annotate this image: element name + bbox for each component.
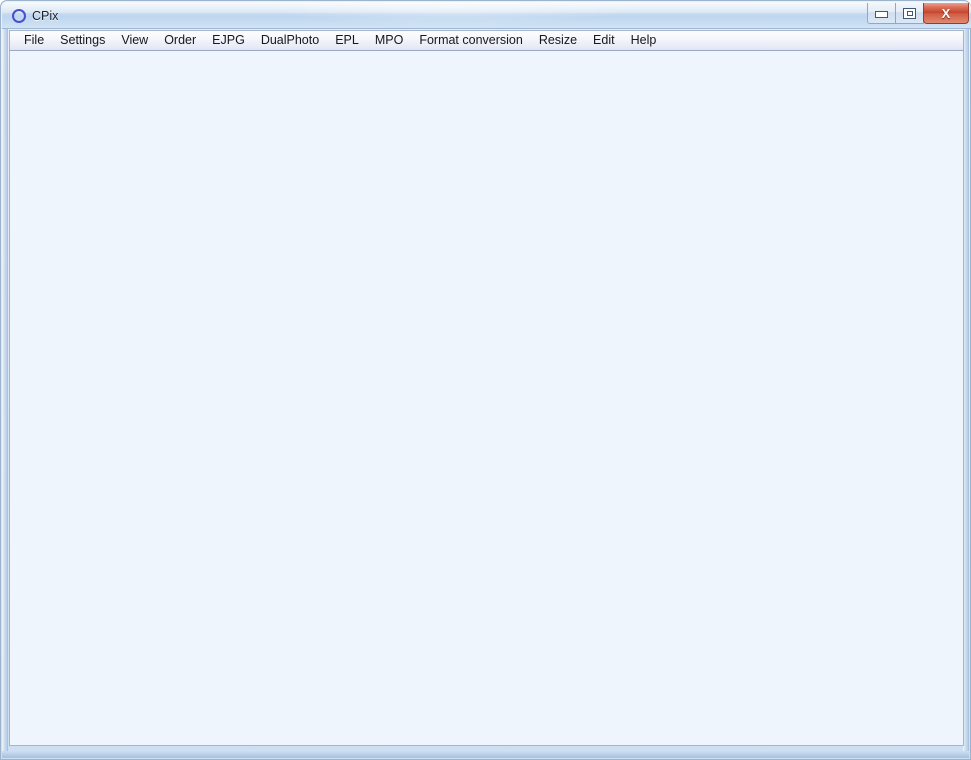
maximize-button[interactable] [895, 3, 924, 24]
menu-item-epl[interactable]: EPL [327, 31, 367, 50]
menu-item-ejpg[interactable]: EJPG [204, 31, 253, 50]
menu-item-help[interactable]: Help [623, 31, 665, 50]
titlebar-gloss [2, 2, 971, 16]
menu-item-dualphoto[interactable]: DualPhoto [253, 31, 327, 50]
menu-item-resize[interactable]: Resize [531, 31, 585, 50]
circle-icon [12, 9, 26, 23]
maximize-icon [903, 7, 916, 19]
close-button[interactable]: X [923, 3, 969, 24]
menu-item-view[interactable]: View [113, 31, 156, 50]
window-controls: X [867, 3, 969, 24]
menu-item-file[interactable]: File [16, 31, 52, 50]
minimize-icon [875, 10, 888, 18]
menu-item-order[interactable]: Order [156, 31, 204, 50]
menu-item-settings[interactable]: Settings [52, 31, 113, 50]
titlebar-highlight [242, 2, 662, 28]
window-frame-bottom [2, 751, 969, 758]
menu-item-edit[interactable]: Edit [585, 31, 623, 50]
title-bar[interactable]: CPix X [2, 2, 971, 29]
menu-bar: File Settings View Order EJPG DualPhoto … [9, 30, 964, 51]
close-icon: X [941, 5, 951, 21]
minimize-button[interactable] [867, 3, 896, 24]
window-title: CPix [32, 9, 59, 23]
menu-item-mpo[interactable]: MPO [367, 31, 411, 50]
application-window: CPix X File Settings View Order EJPG Dua… [0, 0, 971, 760]
client-area[interactable] [9, 51, 964, 746]
window-frame-left [2, 29, 8, 758]
menu-item-format-conversion[interactable]: Format conversion [411, 31, 531, 50]
